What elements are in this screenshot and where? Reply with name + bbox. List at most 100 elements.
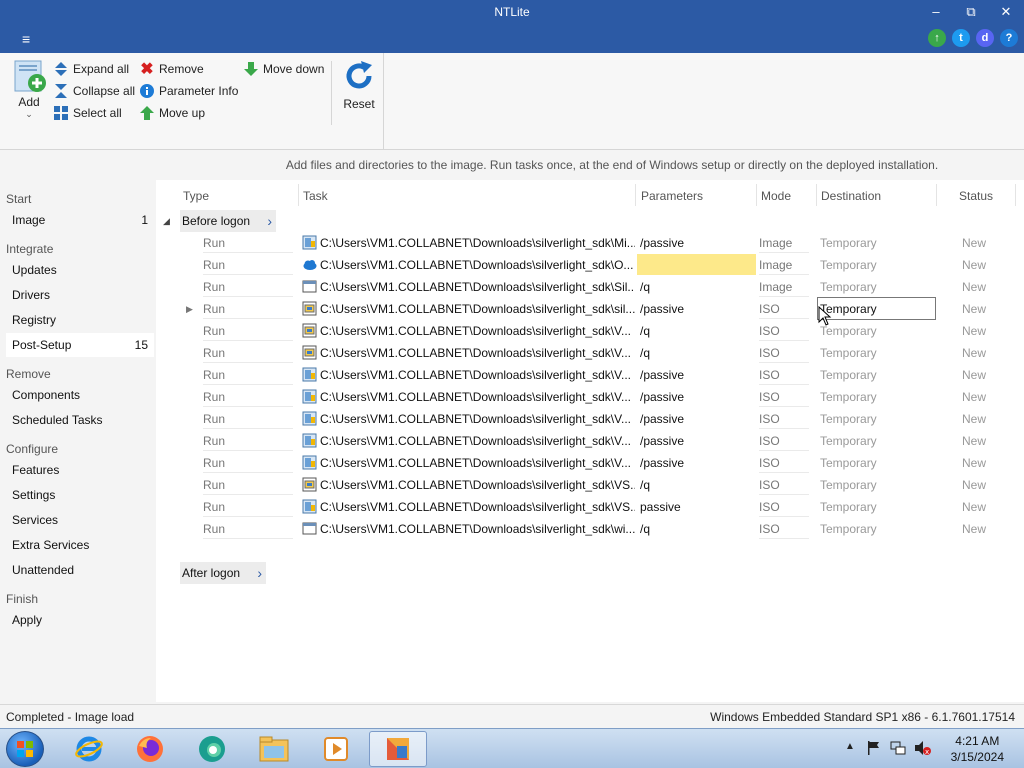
cell-destination[interactable]: Temporary [820,430,930,452]
cell-task[interactable]: C:\Users\VM1.COLLABNET\Downloads\silverl… [320,232,635,254]
help-icon[interactable]: ? [1000,29,1018,47]
table-row[interactable]: Run C:\Users\VM1.COLLABNET\Downloads\silv… [156,474,1024,496]
cell-task[interactable]: C:\Users\VM1.COLLABNET\Downloads\silverl… [320,452,635,474]
cell-task[interactable]: C:\Users\VM1.COLLABNET\Downloads\silverl… [320,254,635,276]
table-row[interactable]: Run C:\Users\VM1.COLLABNET\Downloads\silv… [156,430,1024,452]
cell-task[interactable]: C:\Users\VM1.COLLABNET\Downloads\silverl… [320,342,635,364]
cell-destination[interactable]: Temporary [820,342,930,364]
sidebar-item-settings[interactable]: Settings [6,483,154,507]
sidebar-item-post-setup[interactable]: Post-Setup 15 [6,333,154,357]
cell-destination[interactable]: Temporary [820,276,930,298]
column-header-task[interactable]: Task [303,189,328,203]
start-button[interactable] [6,731,44,767]
collapse-all-button[interactable]: Collapse all [53,82,135,100]
table-row[interactable]: Run C:\Users\VM1.COLLABNET\Downloads\silv… [156,232,1024,254]
cell-mode[interactable]: ISO [759,386,809,407]
collapse-triangle-icon[interactable]: ◢ [163,216,170,227]
sidebar-item-updates[interactable]: Updates [6,258,154,282]
cell-parameters[interactable]: /q [637,342,756,363]
move-down-button[interactable]: Move down [243,60,324,78]
cell-parameters[interactable] [637,254,756,275]
cell-parameters[interactable]: /q [637,474,756,495]
cell-task[interactable]: C:\Users\VM1.COLLABNET\Downloads\silverl… [320,496,635,518]
cell-task[interactable]: C:\Users\VM1.COLLABNET\Downloads\silverl… [320,430,635,452]
restore-button[interactable]: ⧉ [957,2,985,22]
expand-all-button[interactable]: Expand all [53,60,129,78]
close-button[interactable]: ✕ [992,2,1020,22]
sidebar-item-image[interactable]: Image 1 [6,208,154,232]
cell-task[interactable]: C:\Users\VM1.COLLABNET\Downloads\silverl… [320,408,635,430]
sidebar-item-registry[interactable]: Registry [6,308,154,332]
sidebar-item-drivers[interactable]: Drivers [6,283,154,307]
cell-task[interactable]: C:\Users\VM1.COLLABNET\Downloads\silverl… [320,364,635,386]
show-hidden-icons-icon[interactable]: ▲ [845,741,855,752]
cell-mode[interactable]: ISO [759,408,809,429]
cell-mode[interactable]: Image [759,232,809,253]
cell-mode[interactable]: ISO [759,452,809,473]
file-explorer-taskbar-button[interactable] [245,731,303,767]
cell-parameters[interactable]: /q [637,320,756,341]
expand-row-icon[interactable]: ▶ [186,298,193,320]
sidebar-item-features[interactable]: Features [6,458,154,482]
cell-parameters[interactable]: /q [637,518,756,539]
cell-destination[interactable]: Temporary [820,254,930,276]
table-row[interactable]: ▶ Run C:\Users\VM1.COLLABNET\Downloads\sil… [156,297,1024,320]
table-row[interactable]: Run C:\Users\VM1.COLLABNET\Downloads\silv… [156,342,1024,364]
network-icon[interactable] [890,740,906,756]
cell-mode[interactable]: Image [759,254,809,275]
clock[interactable]: 4:21 AM 3/15/2024 [951,733,1004,765]
cell-task[interactable]: C:\Users\VM1.COLLABNET\Downloads\silverl… [320,386,635,408]
table-row[interactable]: Run C:\Users\VM1.COLLABNET\Downloads\silv… [156,496,1024,518]
cell-parameters[interactable]: /passive [637,298,756,319]
volume-muted-icon[interactable]: x [914,740,932,756]
hamburger-menu-icon[interactable]: ≡ [22,32,40,46]
cell-destination[interactable]: Temporary [820,364,930,386]
table-row[interactable]: Run C:\Users\VM1.COLLABNET\Downloads\silv… [156,518,1024,540]
firefox-taskbar-button[interactable] [121,731,179,767]
update-arrow-icon[interactable]: ↑ [928,29,946,47]
sidebar-item-components[interactable]: Components [6,383,154,407]
cell-mode[interactable]: ISO [759,298,809,319]
minimize-button[interactable]: – [922,2,950,22]
cell-mode[interactable]: Image [759,276,809,297]
cell-mode[interactable]: ISO [759,320,809,341]
parameter-info-button[interactable]: Parameter Info [139,82,238,100]
media-player-taskbar-button[interactable] [307,731,365,767]
sidebar-item-unattended[interactable]: Unattended [6,558,154,582]
column-header-mode[interactable]: Mode [761,189,791,203]
cell-parameters[interactable]: /passive [637,430,756,451]
cell-destination[interactable]: Temporary [820,474,930,496]
cell-parameters[interactable]: /passive [637,364,756,385]
cell-mode[interactable]: ISO [759,496,809,517]
cell-mode[interactable]: ISO [759,364,809,385]
column-header-status[interactable]: Status [959,189,993,203]
table-row[interactable]: Run C:\Users\VM1.COLLABNET\Downloads\silv… [156,408,1024,430]
table-row[interactable]: Run C:\Users\VM1.COLLABNET\Downloads\silv… [156,386,1024,408]
move-up-button[interactable]: Move up [139,104,205,122]
cell-parameters[interactable]: passive [637,496,756,517]
column-header-destination[interactable]: Destination [821,189,881,203]
ntlite-taskbar-button[interactable] [369,731,427,767]
cell-task[interactable]: C:\Users\VM1.COLLABNET\Downloads\silverl… [320,320,635,342]
sidebar-item-apply[interactable]: Apply [6,608,154,632]
internet-explorer-taskbar-button[interactable] [60,731,118,767]
cell-destination[interactable]: Temporary [820,386,930,408]
sidebar-item-scheduled-tasks[interactable]: Scheduled Tasks [6,408,154,432]
add-button[interactable]: Add ⌄ [8,59,50,120]
discord-icon[interactable]: d [976,29,994,47]
cell-parameters[interactable]: /passive [637,408,756,429]
table-row[interactable]: Run C:\Users\VM1.COLLABNET\Downloads\silv… [156,254,1024,276]
edge-taskbar-button[interactable] [183,731,241,767]
cell-task[interactable]: C:\Users\VM1.COLLABNET\Downloads\silverl… [320,298,635,320]
cell-destination[interactable]: Temporary [820,496,930,518]
cell-destination[interactable]: Temporary [820,320,930,342]
group-after-logon[interactable]: After logon › [180,562,267,584]
select-all-button[interactable]: Select all [53,104,122,122]
cell-task[interactable]: C:\Users\VM1.COLLABNET\Downloads\silverl… [320,518,635,540]
cell-mode[interactable]: ISO [759,518,809,539]
cell-mode[interactable]: ISO [759,474,809,495]
action-center-flag-icon[interactable] [866,740,882,756]
cell-destination[interactable]: Temporary [820,452,930,474]
cell-destination[interactable]: Temporary [820,232,930,254]
column-header-parameters[interactable]: Parameters [641,189,703,203]
